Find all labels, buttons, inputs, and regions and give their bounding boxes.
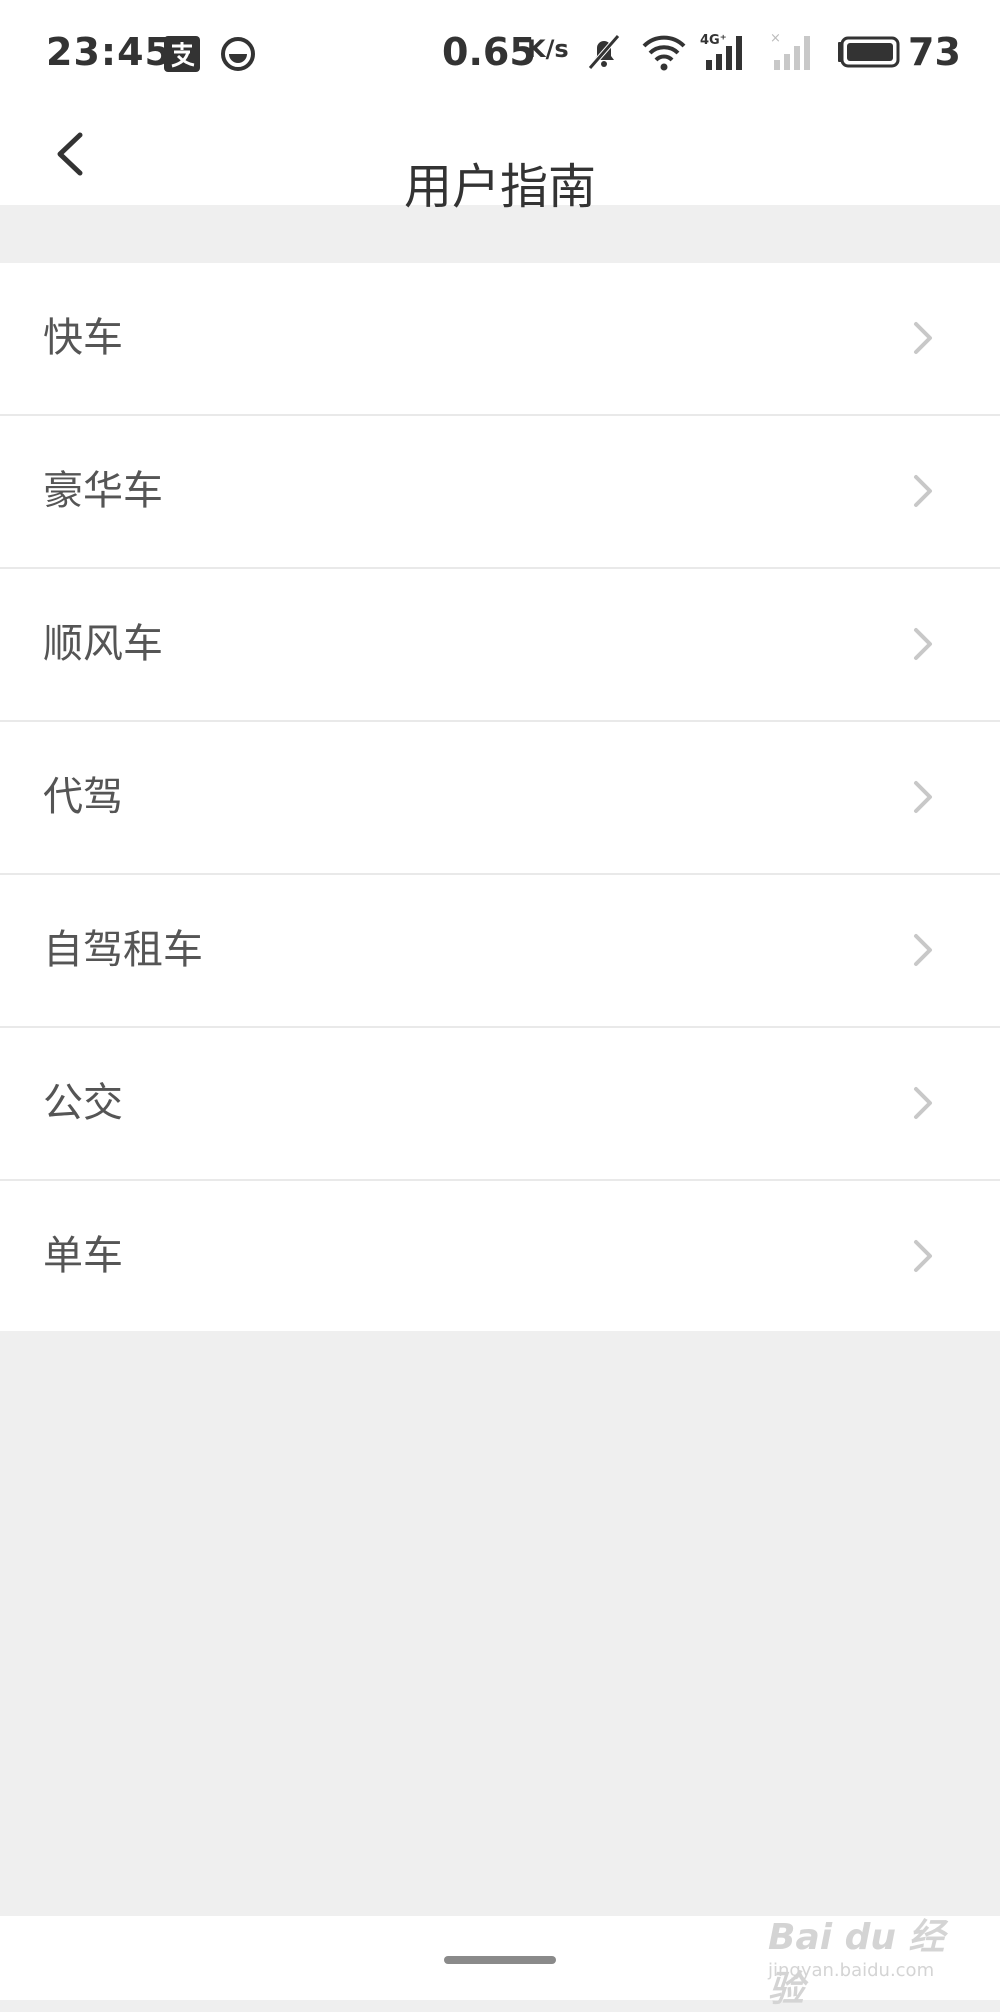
list-item-bus[interactable]: 公交 — [0, 1028, 1000, 1181]
wifi-icon — [642, 35, 686, 71]
chevron-right-icon — [914, 475, 932, 507]
list-item-car-rental[interactable]: 自驾租车 — [0, 875, 1000, 1028]
guide-list: 快车 豪华车 顺风车 代驾 自驾租车 公交 单车 — [0, 263, 1000, 1331]
list-item-label: 单车 — [43, 1233, 123, 1279]
list-item-label: 自驾租车 — [43, 927, 203, 973]
signal-4g-icon: 4G⁺ — [700, 33, 742, 70]
page-title: 用户指南 — [403, 159, 596, 216]
mute-bell-icon — [588, 34, 620, 70]
chevron-right-icon — [914, 781, 932, 813]
home-indicator[interactable] — [444, 1956, 556, 1964]
chevron-right-icon — [914, 934, 932, 966]
chevron-right-icon — [914, 1240, 932, 1272]
list-item-designated-driver[interactable]: 代驾 — [0, 722, 1000, 875]
list-item-label: 快车 — [43, 315, 123, 361]
chevron-right-icon — [914, 1087, 932, 1119]
chevron-right-icon — [914, 628, 932, 660]
battery-icon — [838, 36, 900, 68]
signal-nosim-icon: × — [770, 31, 810, 70]
list-item-label: 公交 — [43, 1080, 123, 1126]
alipay-icon — [164, 36, 200, 72]
list-item-bike[interactable]: 单车 — [0, 1181, 1000, 1331]
network-speed: 0.65 — [442, 30, 536, 74]
chevron-right-icon — [914, 322, 932, 354]
status-time: 23:45 — [46, 30, 172, 74]
watermark: Bai du 经验 jingyan.baidu.com — [768, 1890, 968, 2010]
list-item-express[interactable]: 快车 — [0, 263, 1000, 416]
list-item-carpool[interactable]: 顺风车 — [0, 569, 1000, 722]
app-circle-icon — [221, 37, 255, 71]
watermark-url: jingyan.baidu.com — [768, 1960, 935, 1981]
network-speed-unit: K/s — [527, 35, 569, 63]
header: 用户指南 — [0, 105, 1000, 215]
battery-percent: 73 — [908, 30, 961, 74]
list-item-label: 代驾 — [43, 774, 123, 820]
list-item-label: 顺风车 — [43, 621, 163, 667]
list-item-luxury[interactable]: 豪华车 — [0, 416, 1000, 569]
list-item-label: 豪华车 — [43, 468, 163, 514]
svg-text:4G⁺: 4G⁺ — [700, 33, 727, 48]
svg-text:×: × — [770, 31, 781, 46]
status-bar: 23:45 0.65 K/s 4G⁺ × 73 — [0, 0, 1000, 105]
